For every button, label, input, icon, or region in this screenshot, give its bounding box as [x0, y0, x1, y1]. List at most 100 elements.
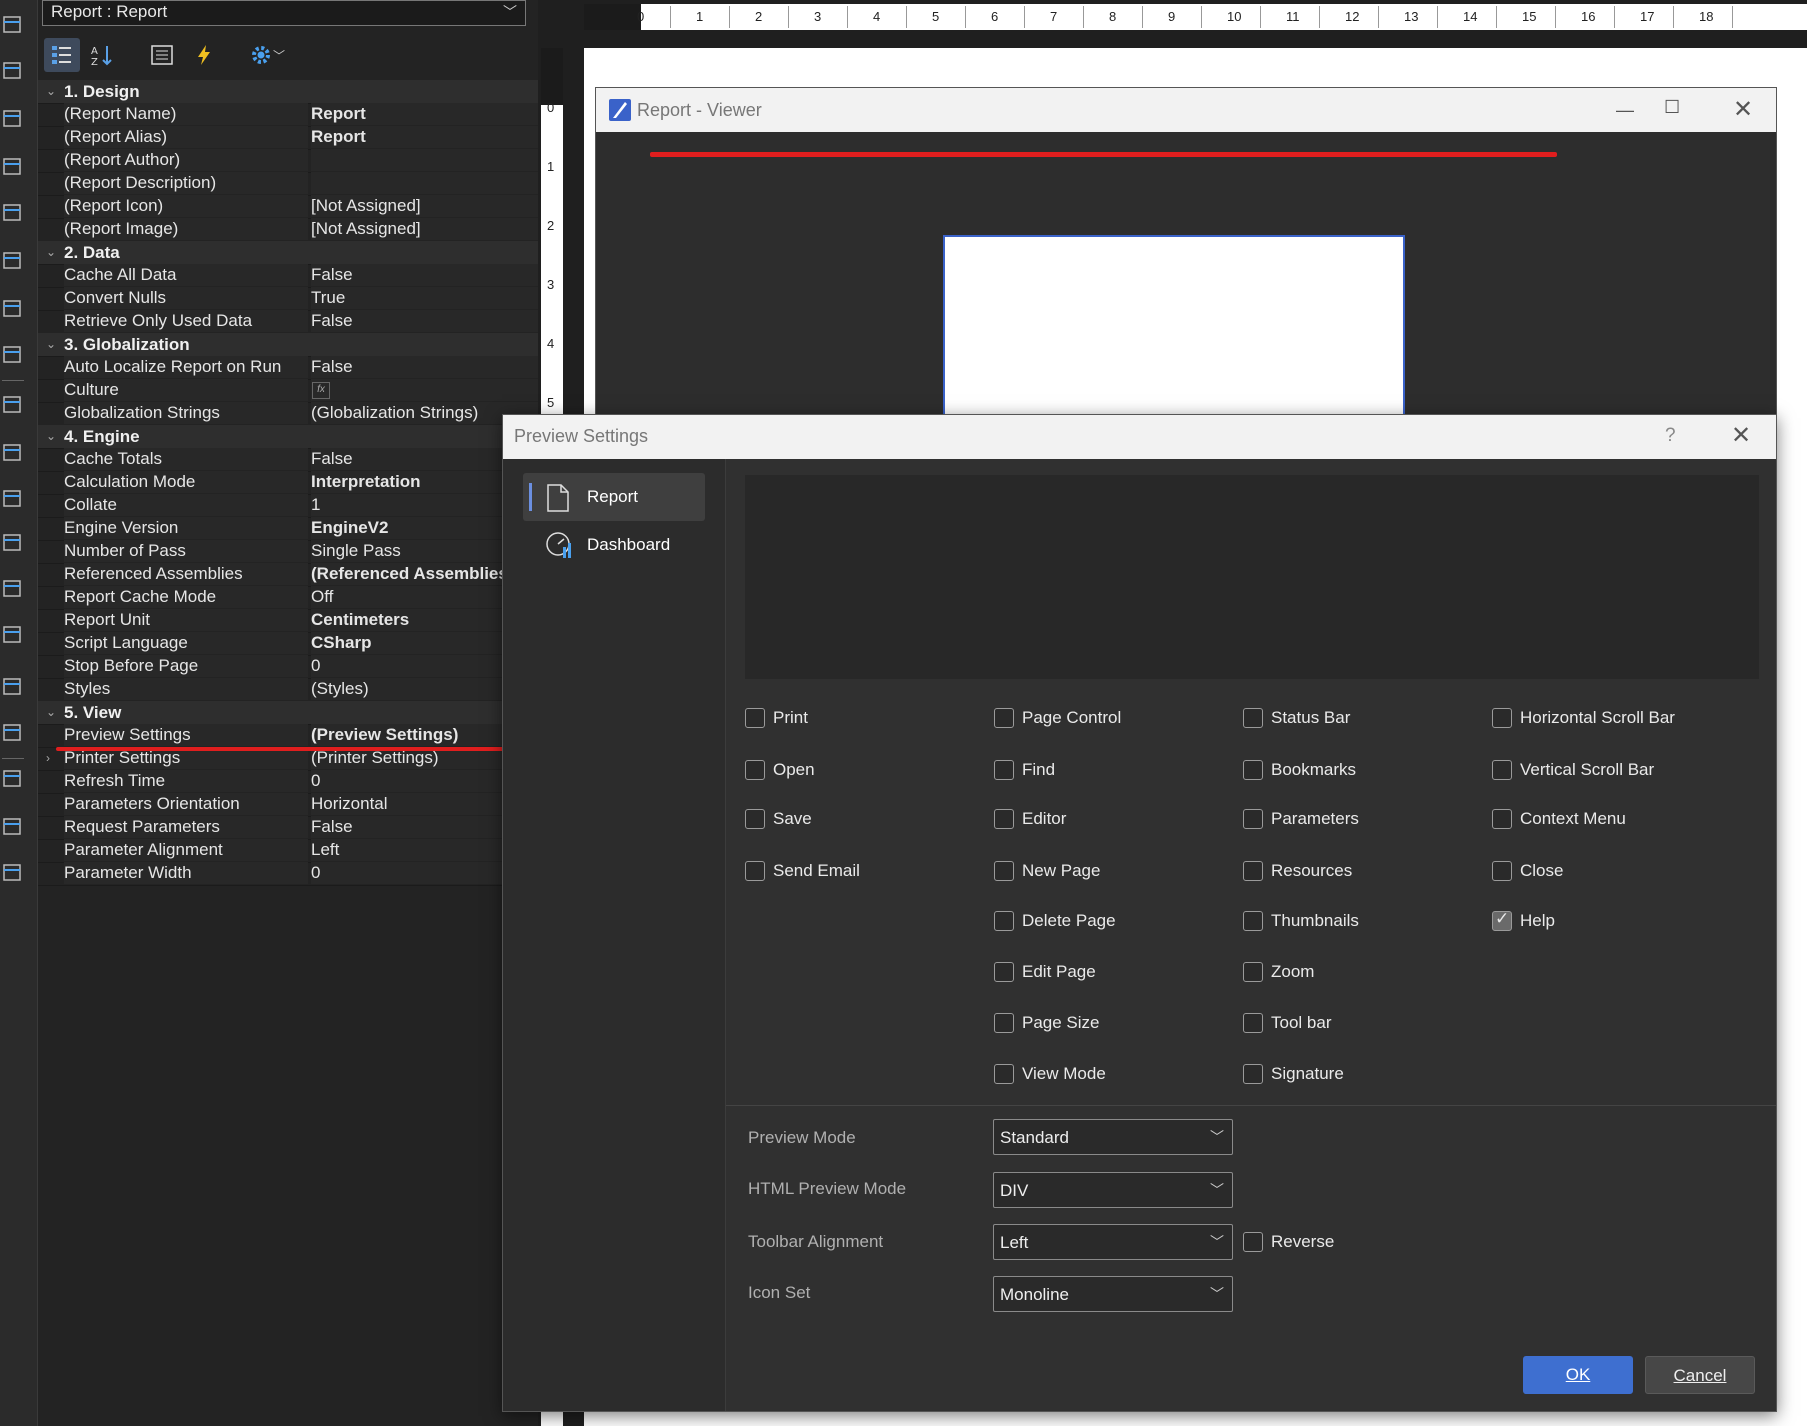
ruler-tick-label: 4	[547, 336, 555, 351]
minimize-icon[interactable]: —	[1616, 100, 1634, 121]
close-icon[interactable]: ✕	[1733, 95, 1753, 124]
cross-tab-icon[interactable]	[2, 676, 24, 698]
ruler-tick	[1024, 6, 1025, 28]
band-icon[interactable]	[2, 722, 24, 744]
property-row[interactable]: Cache All Data False	[38, 264, 538, 288]
collapse-icon[interactable]: ⌄	[46, 701, 56, 723]
object-selector[interactable]: Report : Report ﹀	[42, 0, 526, 26]
header-band-icon[interactable]	[2, 442, 24, 464]
property-value[interactable]: Report	[311, 103, 538, 125]
table-icon[interactable]	[2, 14, 24, 36]
barcode-icon[interactable]	[2, 156, 24, 178]
ruler-tick-label: 15	[1522, 9, 1537, 24]
collapse-icon[interactable]: ⌄	[46, 425, 56, 447]
category-row[interactable]: ⌄ 5. View	[38, 701, 538, 725]
shape-icon[interactable]	[2, 202, 24, 224]
property-value[interactable]	[311, 172, 538, 194]
property-row[interactable]: (Report Icon) [Not Assigned]	[38, 195, 538, 219]
property-row[interactable]: (Report Image) [Not Assigned]	[38, 218, 538, 242]
ruler-tick-label: 5	[547, 395, 555, 410]
property-value[interactable]: [Not Assigned]	[311, 195, 538, 217]
settings-dropdown-button[interactable]: ﹀	[242, 38, 292, 72]
property-value[interactable]: Report	[311, 126, 538, 148]
property-row[interactable]: Convert Nulls True	[38, 287, 538, 311]
properties-view-button[interactable]	[144, 38, 180, 72]
property-row[interactable]: Retrieve Only Used Data False	[38, 310, 538, 334]
property-row[interactable]: Culture fx	[38, 379, 538, 403]
cancel-button[interactable]: Cancel	[1645, 1356, 1755, 1394]
child-band-icon[interactable]	[2, 624, 24, 646]
close-icon[interactable]: ✕	[1731, 421, 1751, 450]
image-icon[interactable]	[2, 768, 24, 790]
ruler-tick	[1201, 6, 1202, 28]
gauge-icon[interactable]	[2, 298, 24, 320]
collapse-icon[interactable]: ⌄	[46, 241, 56, 263]
categorized-view-button[interactable]	[44, 38, 80, 72]
property-row[interactable]: Cache Totals False	[38, 448, 538, 472]
icon-set-select[interactable]: Monoline ﹀	[993, 1276, 1233, 1312]
property-row[interactable]: Collate 1	[38, 494, 538, 518]
collapse-icon[interactable]: ⌄	[46, 333, 56, 355]
category-row[interactable]: ⌄ 1. Design	[38, 80, 538, 104]
tools-icon[interactable]	[2, 862, 24, 884]
help-button[interactable]: ?	[1665, 425, 1676, 447]
property-row[interactable]: Parameters Orientation Horizontal	[38, 793, 538, 817]
property-row[interactable]: Request Parameters False	[38, 816, 538, 840]
report-icon[interactable]	[2, 60, 24, 82]
property-row[interactable]: Parameter Alignment Left	[38, 839, 538, 863]
data-band-icon[interactable]	[2, 532, 24, 554]
preview-mode-select[interactable]: Standard ﹀	[993, 1119, 1233, 1155]
category-row[interactable]: ⌄ 4. Engine	[38, 425, 538, 449]
category-row[interactable]: ⌄ 3. Globalization	[38, 333, 538, 357]
map-icon[interactable]	[2, 344, 24, 366]
property-value[interactable]	[311, 149, 538, 171]
ok-button[interactable]: OK	[1523, 1356, 1633, 1394]
property-row[interactable]: Referenced Assemblies (Referenced Assembl…	[38, 563, 538, 587]
property-value[interactable]: False	[311, 310, 538, 332]
toolbar-alignment-select[interactable]: Left ﹀	[993, 1224, 1233, 1260]
band-icon[interactable]	[2, 394, 24, 416]
property-row[interactable]: Engine Version EngineV2	[38, 517, 538, 541]
barcode-icon[interactable]	[2, 816, 24, 838]
events-button[interactable]	[186, 38, 222, 72]
property-value[interactable]: True	[311, 287, 538, 309]
sort-alphabetical-button[interactable]: AZ	[84, 38, 120, 72]
property-name: Auto Localize Report on Run	[64, 356, 308, 378]
collapse-icon[interactable]: ⌄	[46, 80, 56, 102]
expand-icon[interactable]: ›	[46, 747, 50, 769]
property-name: (Report Image)	[64, 218, 308, 240]
nav-item-dashboard[interactable]: Dashboard	[523, 521, 705, 569]
category-row[interactable]: ⌄ 2. Data	[38, 241, 538, 265]
chart-icon[interactable]	[2, 250, 24, 272]
page-band-icon[interactable]	[2, 578, 24, 600]
nav-item-label: Dashboard	[587, 535, 671, 554]
property-value[interactable]: False	[311, 356, 538, 378]
property-row[interactable]: Globalization Strings (Globalization Stri…	[38, 402, 538, 426]
property-row[interactable]: Preview Settings (Preview Settings)	[38, 724, 538, 748]
property-row[interactable]: Stop Before Page 0	[38, 655, 538, 679]
property-row[interactable]: (Report Author)	[38, 149, 538, 173]
ruler-tick	[1083, 6, 1084, 28]
property-row[interactable]: (Report Name) Report	[38, 103, 538, 127]
property-row[interactable]: Report Cache Mode Off	[38, 586, 538, 610]
property-row[interactable]: Script Language CSharp	[38, 632, 538, 656]
pen-icon[interactable]	[2, 108, 24, 130]
maximize-icon[interactable]: ☐	[1664, 97, 1680, 118]
nav-item-report[interactable]: Report	[523, 473, 705, 521]
property-value[interactable]: False	[311, 264, 538, 286]
property-row[interactable]: Calculation Mode Interpretation	[38, 471, 538, 495]
property-row[interactable]: Number of Pass Single Pass	[38, 540, 538, 564]
property-row[interactable]: Styles (Styles)	[38, 678, 538, 702]
data-band-icon[interactable]	[2, 488, 24, 510]
html-preview-mode-select[interactable]: DIV ﹀	[993, 1172, 1233, 1208]
expression-icon[interactable]: fx	[312, 382, 330, 399]
ruler-tick-label: 17	[1640, 9, 1655, 24]
property-row[interactable]: Report Unit Centimeters	[38, 609, 538, 633]
property-row[interactable]: Parameter Width 0	[38, 862, 538, 886]
property-row[interactable]: (Report Alias) Report	[38, 126, 538, 150]
property-row[interactable]: Auto Localize Report on Run False	[38, 356, 538, 380]
property-row[interactable]: (Report Description)	[38, 172, 538, 196]
property-row[interactable]: Refresh Time 0	[38, 770, 538, 794]
property-value[interactable]: [Not Assigned]	[311, 218, 538, 240]
property-value[interactable]	[311, 379, 538, 401]
